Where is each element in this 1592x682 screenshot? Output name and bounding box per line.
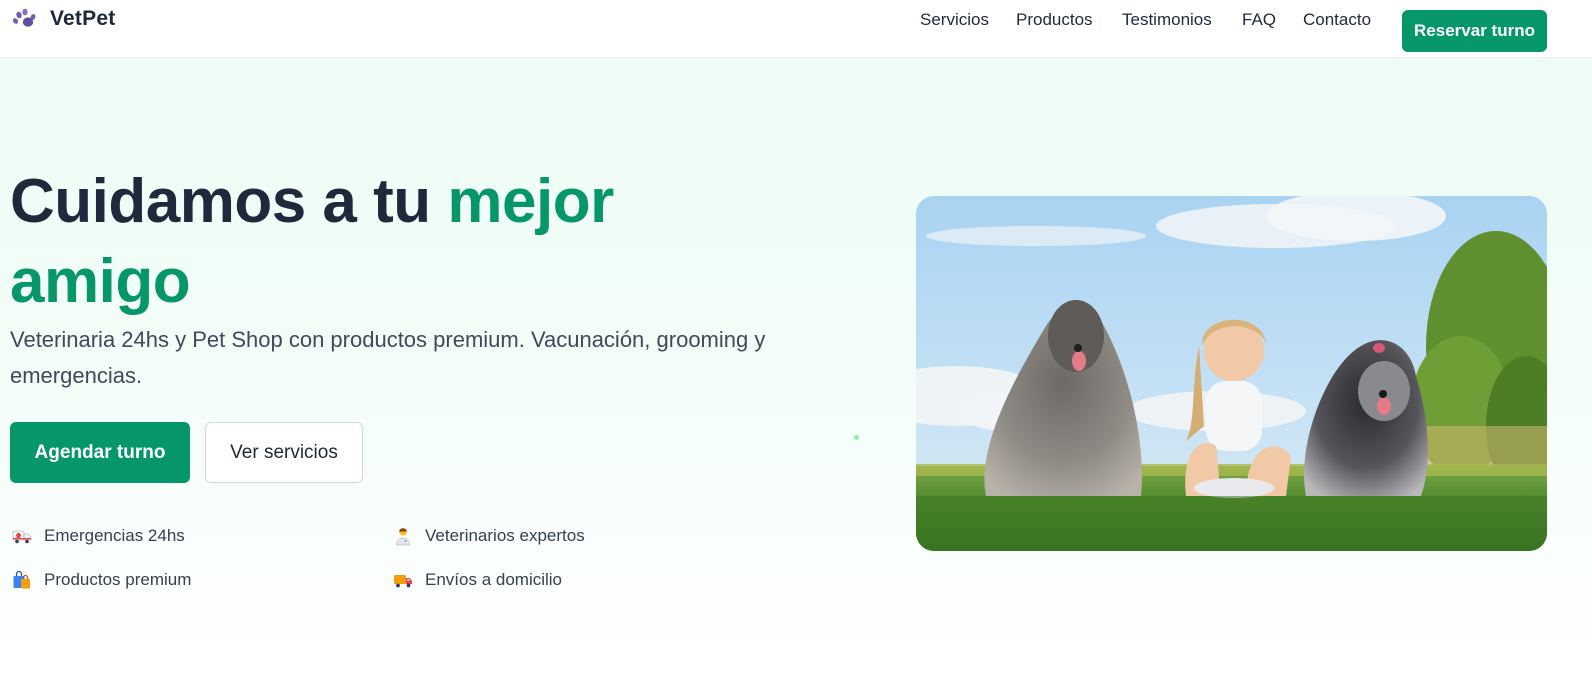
schedule-appointment-button[interactable]: Agendar turno	[10, 422, 190, 483]
reserve-appointment-button[interactable]: Reservar turno	[1402, 10, 1547, 52]
feature-home-delivery: Envíos a domicilio	[393, 570, 562, 590]
nav-link-contacto[interactable]: Contacto	[1303, 10, 1371, 30]
decorative-dot	[854, 435, 859, 440]
hero-title: Cuidamos a tu mejor amigo	[10, 162, 710, 322]
brand-name: VetPet	[50, 7, 116, 30]
view-services-button[interactable]: Ver servicios	[205, 422, 363, 483]
navbar: VetPet Servicios Productos Testimonios F…	[0, 0, 1592, 58]
feature-label: Veterinarios expertos	[425, 526, 585, 545]
paw-icon	[12, 8, 36, 27]
feature-label: Envíos a domicilio	[425, 570, 563, 589]
nav-link-testimonios[interactable]: Testimonios	[1122, 10, 1212, 30]
page: VetPet Servicios Productos Testimonios F…	[0, 0, 1592, 682]
feature-label: Emergencias 24hs	[44, 526, 185, 545]
veterinarian-icon	[396, 528, 410, 546]
shopping-bags-icon	[13, 570, 30, 589]
nav-link-servicios[interactable]: Servicios	[920, 10, 989, 30]
feature-emergencies: Emergencias 24hs	[12, 526, 185, 546]
hero-subtitle: Veterinaria 24hs y Pet Shop con producto…	[10, 327, 766, 388]
feature-premium-products: Productos premium	[12, 570, 191, 590]
hero-photo-illustration	[916, 196, 1547, 551]
nav-link-faq[interactable]: FAQ	[1242, 10, 1276, 30]
hero-photo-girl-with-dogs	[916, 196, 1547, 551]
ambulance-icon	[12, 530, 32, 544]
brand-logo[interactable]: VetPet	[12, 6, 115, 32]
feature-label: Productos premium	[44, 570, 192, 589]
nav-link-productos[interactable]: Productos	[1016, 10, 1093, 30]
delivery-truck-icon	[394, 575, 412, 588]
hero-title-main: Cuidamos a tu	[10, 167, 448, 236]
feature-expert-vets: Veterinarios expertos	[393, 526, 585, 546]
